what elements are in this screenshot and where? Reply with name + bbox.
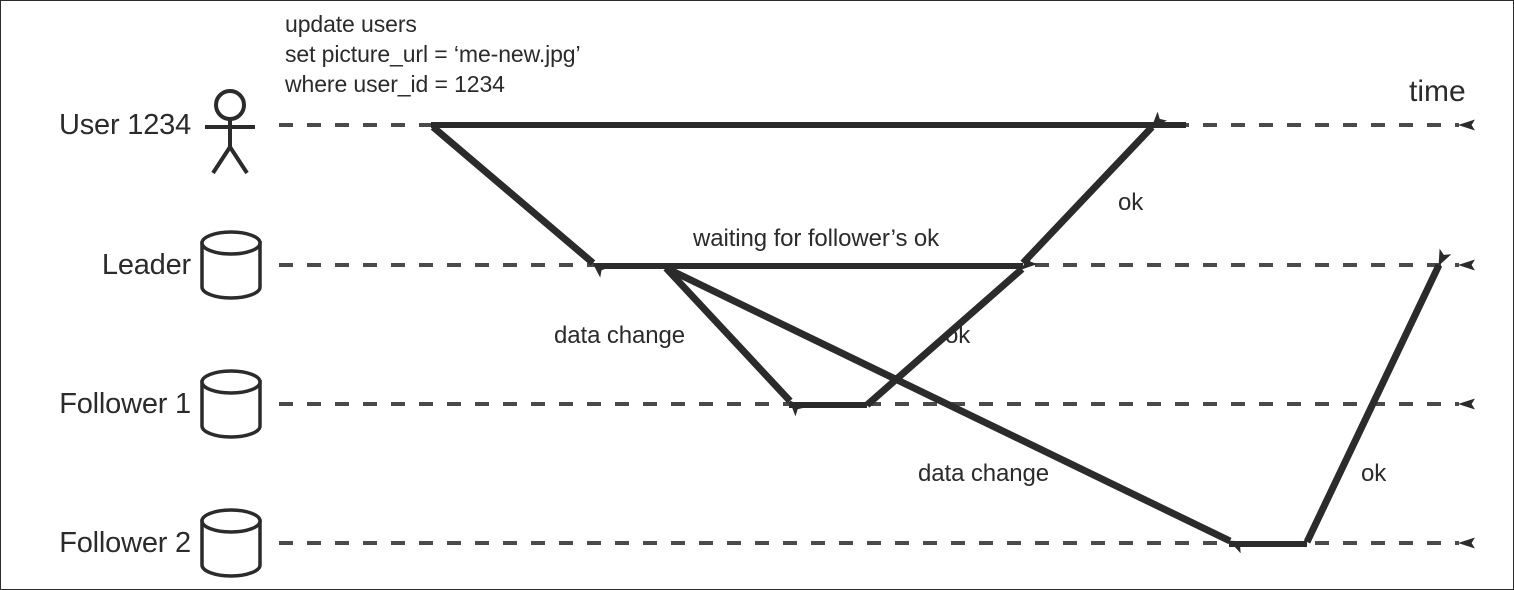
participant-label-leader: Leader	[101, 249, 191, 281]
arrow-leader-to-follower2	[664, 264, 1247, 554]
actor-stick-figure-icon	[205, 89, 255, 175]
diagram-drawing-surface	[200, 89, 1475, 578]
message-label-data-change-follower2: data change	[918, 460, 1050, 487]
database-cylinder-icon-leader	[200, 230, 262, 300]
sql-query-line-1: update users	[285, 11, 417, 37]
message-label-data-change-follower1: data change	[554, 322, 686, 349]
message-label-ok-leader-to-user: ok	[1118, 189, 1144, 216]
database-cylinder-icon-follower2	[200, 508, 262, 578]
participant-label-follower1: Follower 1	[59, 388, 191, 420]
message-label-waiting-for-follower-ok: waiting for follower’s ok	[693, 225, 940, 252]
time-axis-label: time	[1409, 75, 1466, 108]
message-label-ok-follower2: ok	[1361, 460, 1387, 487]
sql-query-annotation: update users set picture_url = ‘me-new.j…	[285, 9, 581, 99]
arrow-user-to-leader	[430, 124, 609, 278]
sequence-diagram-canvas: update users set picture_url = ‘me-new.j…	[0, 0, 1514, 590]
participant-label-user: User 1234	[59, 109, 191, 141]
sql-query-line-3: where user_id = 1234	[285, 71, 505, 97]
database-cylinder-icon-follower1	[200, 369, 262, 439]
sql-query-line-2: set picture_url = ‘me-new.jpg’	[285, 41, 581, 67]
participant-label-follower2: Follower 2	[59, 527, 191, 559]
message-label-ok-follower1-to-leader: ok	[945, 322, 971, 349]
